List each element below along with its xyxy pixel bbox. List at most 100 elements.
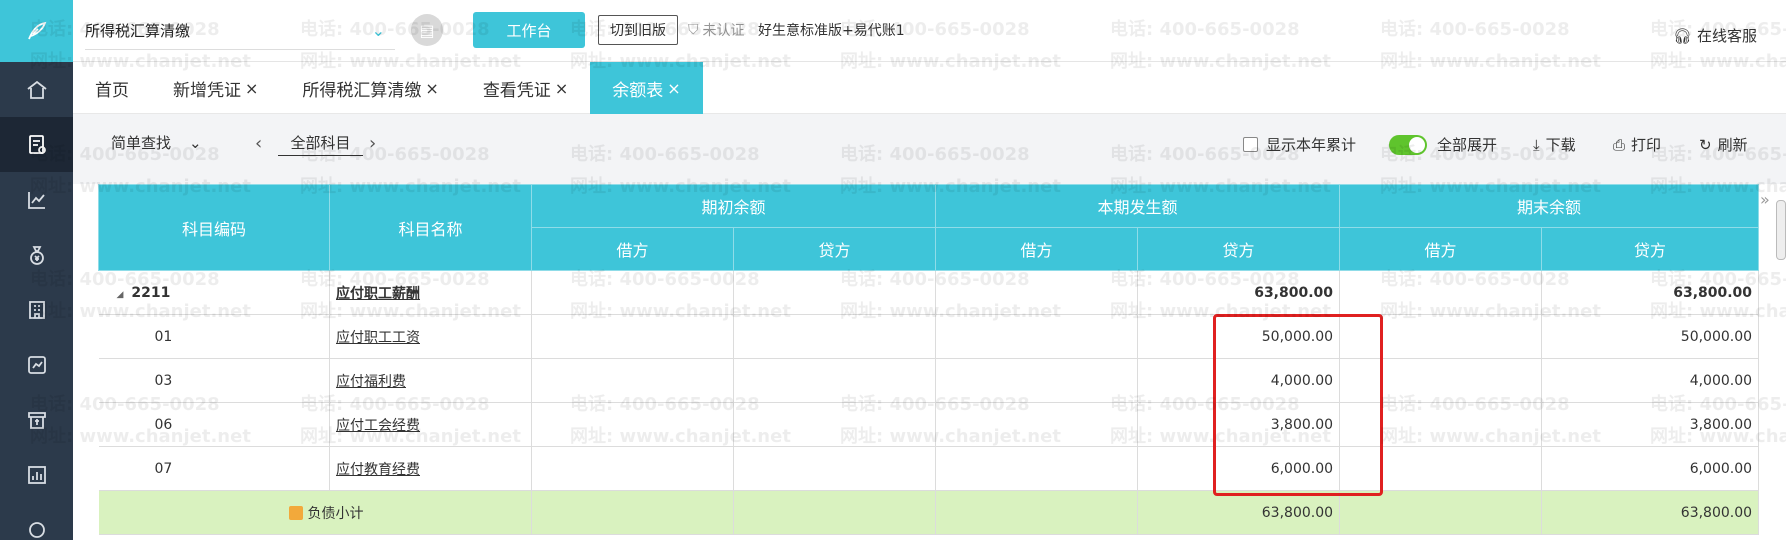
- close-icon[interactable]: ×: [245, 79, 258, 98]
- close-icon[interactable]: ×: [425, 79, 438, 98]
- row-name[interactable]: 应付教育经费: [329, 446, 532, 491]
- cell-closing-debit: [1339, 270, 1543, 315]
- table-row: 07 应付教育经费 6,000.00 6,000.00: [98, 446, 1760, 491]
- refresh-label: 刷新: [1717, 136, 1748, 154]
- header-closing-debit: 借方: [1339, 227, 1543, 271]
- table-row: 01 应付职工工资 50,000.00 50,000.00: [98, 314, 1760, 359]
- stats-icon: [27, 465, 46, 484]
- name-link[interactable]: 应付工会经费: [336, 418, 420, 434]
- tab-income-tax[interactable]: 所得税汇算清缴 ×: [280, 62, 460, 114]
- cell-closing-debit: [1339, 446, 1543, 491]
- name-link[interactable]: 应付教育经费: [336, 462, 420, 478]
- company-name[interactable]: 好生意标准版+易代账1: [758, 20, 905, 40]
- shield-icon: ⛉: [688, 22, 699, 38]
- checkbox-box[interactable]: [1243, 137, 1258, 152]
- table-row: ◢ 2211 应付职工薪酬 63,800.00 63,800.00: [98, 270, 1760, 315]
- row-name[interactable]: 应付职工工资: [329, 314, 532, 359]
- download-icon: ⤓: [1533, 135, 1540, 154]
- rail-voucher[interactable]: [0, 117, 73, 172]
- toggle-switch[interactable]: [1389, 134, 1427, 155]
- row-name[interactable]: 应付工会经费: [329, 402, 532, 447]
- side-scrollbar[interactable]: [1776, 200, 1786, 260]
- collapse-panel-icon[interactable]: »: [1760, 190, 1770, 209]
- row-code[interactable]: ◢ 2211: [98, 270, 330, 315]
- home-icon: [26, 80, 47, 99]
- chevron-down-icon: ⌄: [189, 133, 202, 152]
- cell-period-debit: [935, 314, 1139, 359]
- chevron-right-icon[interactable]: ›: [369, 133, 376, 154]
- subtotal-icon: [288, 505, 303, 520]
- headset-icon: 🎧︎: [1673, 26, 1693, 45]
- shop-icon: [27, 411, 46, 429]
- cell-opening-credit: [733, 270, 937, 315]
- tab-new-voucher[interactable]: 新增凭证 ×: [151, 62, 280, 114]
- tab-home[interactable]: 首页: [73, 62, 151, 114]
- download-label: 下载: [1545, 136, 1576, 154]
- row-code: 03: [98, 358, 330, 403]
- subtotal-closing-credit: 63,800.00: [1541, 490, 1760, 535]
- table-row: 03 应付福利费 4,000.00 4,000.00: [98, 358, 1760, 403]
- cell-period-debit: [935, 270, 1139, 315]
- rail-stats[interactable]: [0, 447, 73, 502]
- tab-label: 首页: [95, 80, 129, 101]
- expand-all-switch[interactable]: 全部展开: [1389, 134, 1497, 155]
- document-icon[interactable]: ▤: [411, 14, 443, 46]
- tab-label: 余额表: [612, 80, 664, 101]
- checkbox-label: 显示本年累计: [1266, 136, 1357, 154]
- left-rail: [0, 0, 73, 540]
- row-code: 07: [98, 446, 330, 491]
- print-button[interactable]: ⎙ 打印: [1613, 134, 1661, 155]
- header-opening-debit: 借方: [531, 227, 734, 271]
- rail-home[interactable]: [0, 62, 73, 117]
- app-logo[interactable]: [0, 0, 73, 62]
- row-name[interactable]: 应付职工薪酬: [329, 270, 532, 315]
- rail-more[interactable]: [0, 502, 73, 540]
- subject-filter[interactable]: 全部科目: [278, 132, 363, 156]
- search-mode-dropdown[interactable]: 简单查找 ⌄: [111, 132, 202, 153]
- tab-label: 新增凭证: [173, 80, 241, 101]
- cell-period-credit: 50,000.00: [1137, 314, 1341, 359]
- tab-view-voucher[interactable]: 查看凭证 ×: [461, 62, 590, 114]
- feather-logo-icon: [27, 21, 46, 40]
- certification-status[interactable]: ⛉ 未认证: [688, 20, 745, 40]
- tab-balance-sheet[interactable]: 余额表 ×: [590, 62, 703, 114]
- row-code: 01: [98, 314, 330, 359]
- top-bar: 所得税汇算清缴 ⌄ ▤ 工作台 切到旧版 ⛉ 未认证 好生意标准版+易代账1 🎧…: [73, 0, 1786, 62]
- name-link[interactable]: 应付职工薪酬: [336, 286, 420, 302]
- rail-chart[interactable]: [0, 172, 73, 227]
- download-button[interactable]: ⤓ 下载: [1533, 134, 1576, 155]
- print-label: 打印: [1631, 136, 1662, 154]
- module-selector[interactable]: 所得税汇算清缴 ⌄: [85, 12, 395, 50]
- chevron-down-icon: ⌄: [371, 21, 385, 40]
- module-selector-value: 所得税汇算清缴: [85, 22, 191, 40]
- row-name[interactable]: 应付福利费: [329, 358, 532, 403]
- rail-money[interactable]: [0, 227, 73, 282]
- rail-report[interactable]: [0, 337, 73, 392]
- refresh-button[interactable]: ↻ 刷新: [1699, 134, 1748, 155]
- workbench-button[interactable]: 工作台: [473, 12, 585, 48]
- header-code: 科目编码: [98, 184, 330, 271]
- chevron-left-icon[interactable]: ‹: [255, 133, 262, 154]
- close-icon[interactable]: ×: [667, 79, 680, 98]
- chart-icon: [27, 191, 45, 209]
- tab-label: 查看凭证: [482, 80, 551, 101]
- tab-label: 所得税汇算清缴: [302, 80, 422, 101]
- name-link[interactable]: 应付职工工资: [336, 330, 420, 346]
- cell-period-credit: 63,800.00: [1137, 270, 1341, 315]
- rail-shop[interactable]: [0, 392, 73, 447]
- cell-closing-credit: 50,000.00: [1541, 314, 1760, 359]
- collapse-triangle-icon[interactable]: ◢: [117, 290, 124, 300]
- voucher-icon: [28, 134, 46, 154]
- switch-old-version-button[interactable]: 切到旧版: [598, 15, 678, 45]
- online-service-button[interactable]: 🎧︎ 在线客服: [1673, 25, 1757, 46]
- show-year-cumulative-checkbox[interactable]: 显示本年累计: [1243, 134, 1356, 155]
- cell-closing-credit: 63,800.00: [1541, 270, 1760, 315]
- cell-period-credit: 4,000.00: [1137, 358, 1341, 403]
- name-link[interactable]: 应付福利费: [336, 374, 406, 390]
- cell-opening-debit: [531, 270, 734, 315]
- toggle-label: 全部展开: [1437, 136, 1498, 154]
- rail-building[interactable]: [0, 282, 73, 337]
- close-icon[interactable]: ×: [555, 79, 568, 98]
- cell-opening-credit: [733, 446, 937, 491]
- cell-closing-debit: [1339, 358, 1543, 403]
